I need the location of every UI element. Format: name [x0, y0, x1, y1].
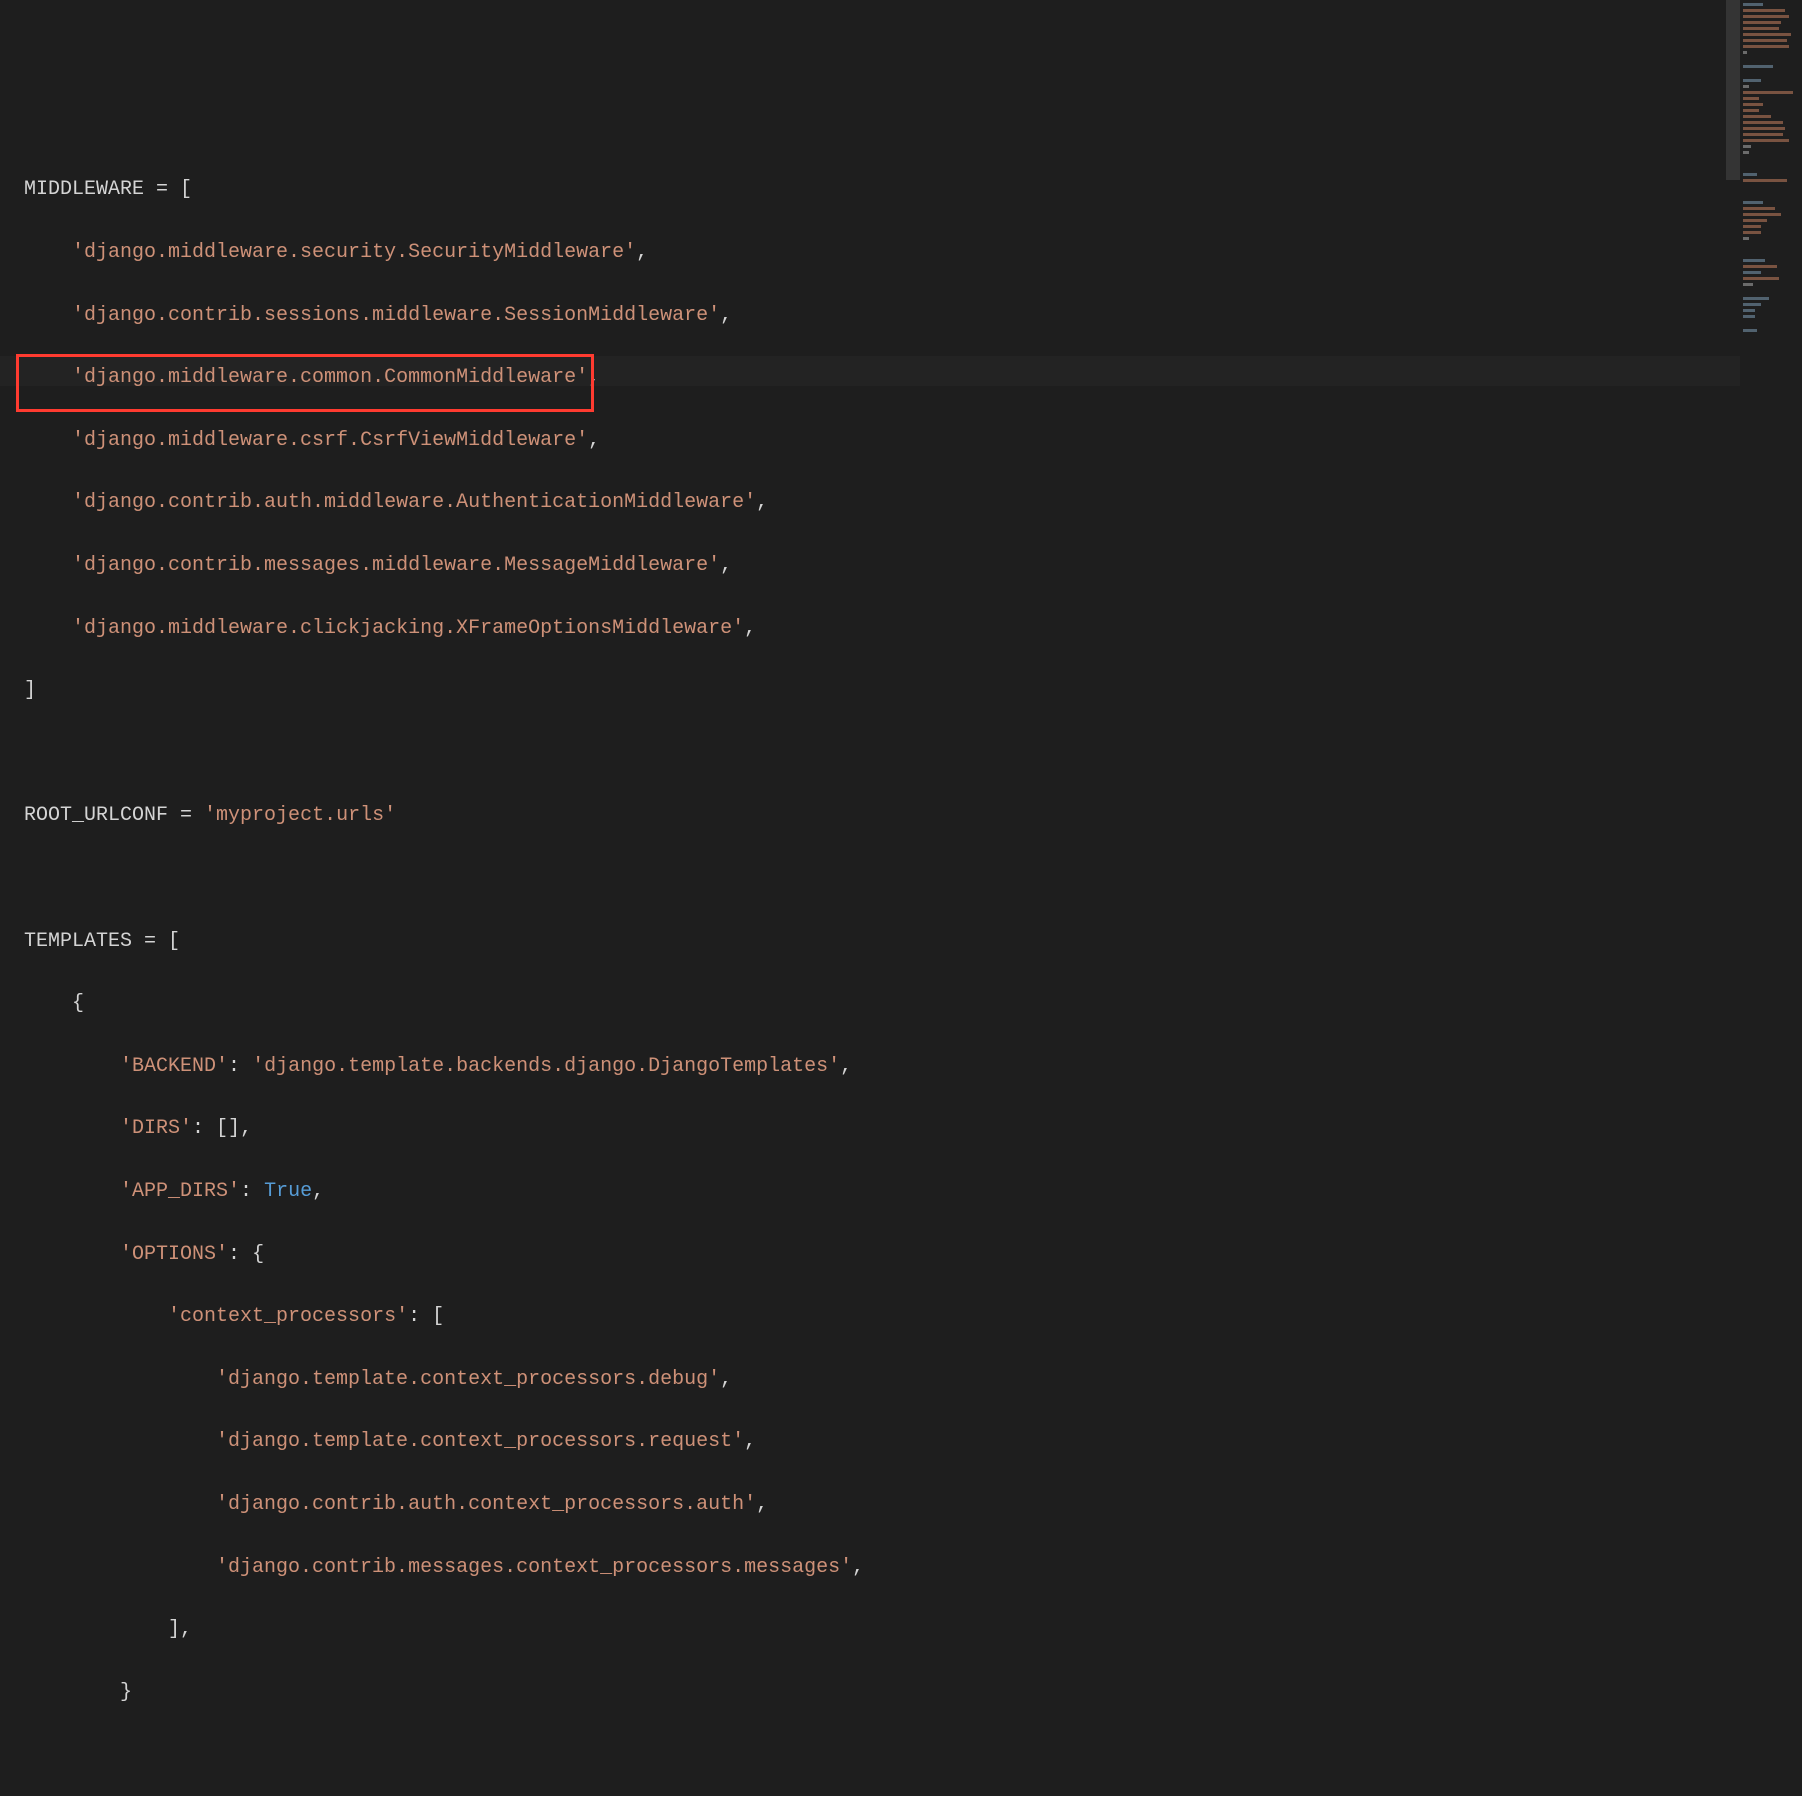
str: 'django.middleware.common.CommonMiddlewa…	[72, 366, 588, 389]
str: 'django.template.context_processors.debu…	[216, 1368, 720, 1391]
val: []	[216, 1117, 240, 1140]
brace: {	[252, 1243, 264, 1266]
line: MIDDLEWARE = [	[24, 174, 1740, 205]
bracket: [	[432, 1305, 444, 1328]
line: 'django.contrib.messages.context_process…	[24, 1552, 1740, 1583]
var-name: ROOT_URLCONF	[24, 804, 168, 827]
line: ],	[24, 1614, 1740, 1645]
str: 'django.contrib.auth.context_processors.…	[216, 1493, 756, 1516]
line: 'django.contrib.auth.middleware.Authenti…	[24, 487, 1740, 518]
var-name: TEMPLATES	[24, 930, 132, 953]
code-content: MIDDLEWARE = [ 'django.middleware.securi…	[24, 143, 1740, 1770]
line: 'django.contrib.sessions.middleware.Sess…	[24, 300, 1740, 331]
bracket: [	[180, 178, 192, 201]
line: {	[24, 988, 1740, 1019]
line: 'django.middleware.csrf.CsrfViewMiddlewa…	[24, 425, 1740, 456]
key: 'BACKEND'	[120, 1055, 228, 1078]
str: 'django.middleware.security.SecurityMidd…	[72, 241, 636, 264]
key: 'OPTIONS'	[120, 1243, 228, 1266]
str: 'django.contrib.messages.context_process…	[216, 1556, 852, 1579]
brace: }	[120, 1681, 132, 1704]
bool: True	[264, 1180, 312, 1203]
bracket: [	[168, 930, 180, 953]
line: 'django.middleware.clickjacking.XFrameOp…	[24, 613, 1740, 644]
str: 'django.contrib.messages.middleware.Mess…	[72, 554, 720, 577]
key: 'APP_DIRS'	[120, 1180, 240, 1203]
line-root-urlconf: ROOT_URLCONF = 'myproject.urls'	[24, 800, 1740, 831]
line: 'django.contrib.auth.context_processors.…	[24, 1489, 1740, 1520]
line: 'django.contrib.messages.middleware.Mess…	[24, 550, 1740, 581]
bracket: ]	[24, 679, 36, 702]
line: 'BACKEND': 'django.template.backends.dja…	[24, 1051, 1740, 1082]
line: 'django.template.context_processors.requ…	[24, 1426, 1740, 1457]
str: 'django.middleware.clickjacking.XFrameOp…	[72, 617, 744, 640]
closing: ],	[168, 1618, 192, 1641]
editor-scrollbar[interactable]	[1726, 0, 1740, 898]
blank-line	[24, 738, 1740, 769]
line: 'django.middleware.security.SecurityMidd…	[24, 237, 1740, 268]
str: 'django.template.context_processors.requ…	[216, 1430, 744, 1453]
minimap[interactable]	[1740, 0, 1802, 898]
line: TEMPLATES = [	[24, 926, 1740, 957]
op: =	[144, 178, 180, 201]
code-editor[interactable]: MIDDLEWARE = [ 'django.middleware.securi…	[0, 0, 1740, 898]
op: =	[168, 804, 204, 827]
line: 'context_processors': [	[24, 1301, 1740, 1332]
line: 'DIRS': [],	[24, 1113, 1740, 1144]
line-partial: }	[24, 1677, 1740, 1708]
str: 'django.contrib.auth.middleware.Authenti…	[72, 491, 756, 514]
key: 'context_processors'	[168, 1305, 408, 1328]
op: =	[132, 930, 168, 953]
line: 'APP_DIRS': True,	[24, 1176, 1740, 1207]
line: 'django.middleware.common.CommonMiddlewa…	[24, 362, 1740, 393]
line: 'django.template.context_processors.debu…	[24, 1364, 1740, 1395]
brace: {	[72, 992, 84, 1015]
blank-line	[24, 863, 1740, 894]
str: 'django.middleware.csrf.CsrfViewMiddlewa…	[72, 429, 588, 452]
str: 'django.template.backends.django.DjangoT…	[252, 1055, 840, 1078]
str: 'django.contrib.sessions.middleware.Sess…	[72, 304, 720, 327]
str: 'myproject.urls'	[204, 804, 396, 827]
scrollbar-thumb[interactable]	[1726, 0, 1740, 180]
line: 'OPTIONS': {	[24, 1239, 1740, 1270]
key: 'DIRS'	[120, 1117, 192, 1140]
line: ]	[24, 675, 1740, 706]
var-name: MIDDLEWARE	[24, 178, 144, 201]
